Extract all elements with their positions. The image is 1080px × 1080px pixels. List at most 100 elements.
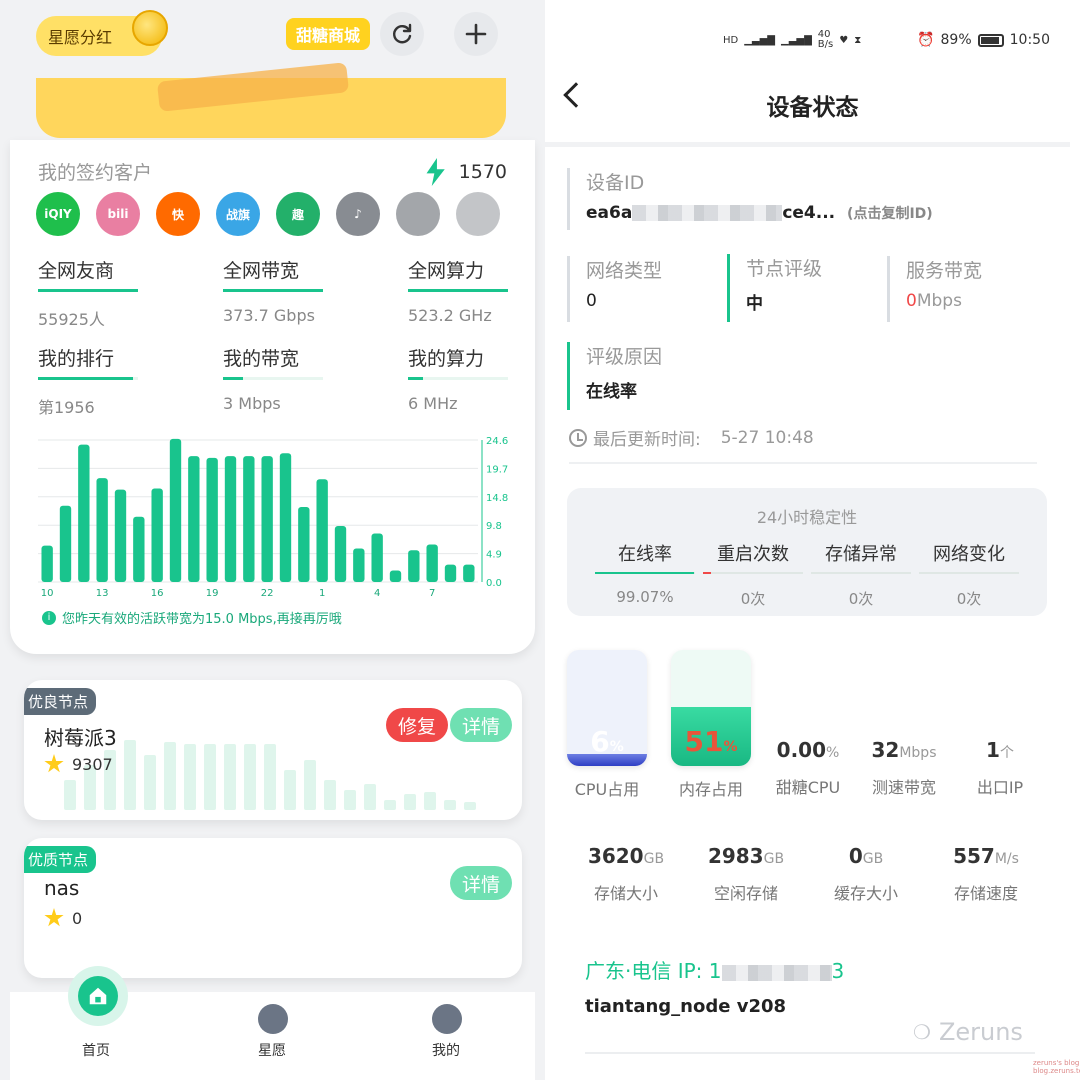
star-wish-icon[interactable] xyxy=(258,1004,288,1034)
home-icon xyxy=(78,976,118,1016)
node-name: nas xyxy=(44,876,80,900)
reason-label: 评级原因 xyxy=(586,346,663,368)
svc-bw-block: 服务带宽 0Mbps xyxy=(887,256,1047,322)
add-button[interactable] xyxy=(454,12,498,56)
coin-icon xyxy=(132,10,168,46)
stat-value: 373.7 Gbps xyxy=(223,306,315,325)
shop-button[interactable]: 甜糖商城 xyxy=(286,18,371,50)
node-score-value: 0 xyxy=(72,908,83,928)
qu-logo: 趣 xyxy=(276,192,320,236)
node-card-raspberry[interactable]: 优良节点 树莓派3 9307 修复 详情 xyxy=(24,680,522,820)
metric-label: 甜糖CPU xyxy=(775,778,841,797)
node-card-nas[interactable]: 优质节点 nas 0 详情 xyxy=(24,838,522,978)
metric-value: 32Mbps xyxy=(871,738,937,762)
stability-label: 网络变化 xyxy=(933,544,1005,565)
nav-home-button[interactable] xyxy=(68,966,128,1026)
metric-value: 1个 xyxy=(986,738,1014,762)
chart-x-tick: 1 xyxy=(319,588,325,599)
device-id-block[interactable]: 设备ID ea6a ce4... (点击复制ID) xyxy=(567,168,933,230)
stat-label: 我的带宽 xyxy=(223,348,300,370)
stat-block: 我的算力 6 MHz xyxy=(408,344,508,413)
chart-bar xyxy=(408,550,420,582)
device-id-row[interactable]: ea6a ce4... (点击复制ID) xyxy=(586,203,933,223)
copy-id-hint[interactable]: (点击复制ID) xyxy=(847,206,933,222)
chart-x-tick: 16 xyxy=(151,588,164,599)
metric-item: 2983GB 空闲存储 xyxy=(691,844,801,904)
kuaishou-logo: 快 xyxy=(156,192,200,236)
detail-button[interactable]: 详情 xyxy=(450,708,513,742)
chart-bar xyxy=(169,438,182,582)
wechat-icon: ❍ xyxy=(913,1020,931,1044)
chart-x-tick: 22 xyxy=(261,588,274,599)
promo-banner[interactable] xyxy=(36,62,506,138)
right-screen: HD ▁▃▅▇ ▁▃▅▇ 40 B/s ♥ ⧗ ⏰ 89% 10:50 设备状态… xyxy=(545,0,1080,1080)
bandwidth-chart-svg: 24.6 19.7 14.8 9.8 4.9 0.0 10 13 16 19 22 1 4 7 xyxy=(38,436,508,599)
last-update: 最后更新时间: 5-27 10:48 xyxy=(569,425,814,450)
stat-label: 全网带宽 xyxy=(223,260,300,282)
node-tag: 优良节点 xyxy=(24,688,97,715)
chart-x-tick: 10 xyxy=(41,588,54,599)
metric-item: 557M/s 存储速度 xyxy=(931,844,1041,904)
device-id-label: 设备ID xyxy=(586,172,645,194)
profile-icon[interactable] xyxy=(432,1004,462,1034)
net-type-label: 网络类型 xyxy=(586,260,663,282)
chart-x-tick: 4 xyxy=(374,588,380,599)
chart-x-tick: 7 xyxy=(429,588,435,599)
star-dividend-button[interactable]: 星愿分红 xyxy=(36,10,168,56)
rating-value: 中 xyxy=(746,294,763,314)
chart-x-tick: 19 xyxy=(206,588,219,599)
mem-label: 内存占用 xyxy=(678,780,743,799)
metric-value: 557M/s xyxy=(953,844,1019,868)
cpu-label: CPU占用 xyxy=(574,780,640,799)
battery-percent: 89% xyxy=(940,32,972,48)
zhanqi-logo: 战旗 xyxy=(216,192,260,236)
stat-bar xyxy=(38,377,138,380)
device-id-end: ce4... xyxy=(782,203,836,223)
metric-label: 测速带宽 xyxy=(871,778,936,797)
chart-bar xyxy=(444,564,457,582)
detail-button[interactable]: 详情 xyxy=(450,866,513,900)
node-score: 0 xyxy=(44,908,82,928)
chart-bar xyxy=(206,457,218,582)
chart-bar xyxy=(371,533,383,582)
metric-item: 1个 出口IP xyxy=(945,738,1055,798)
watermark: ❍ Zeruns xyxy=(913,1018,1023,1046)
nav-home-label[interactable]: 首页 xyxy=(82,1040,110,1060)
stat-value: 6 MHz xyxy=(408,394,458,413)
heart-icon: ♥ xyxy=(839,34,849,46)
star-icon xyxy=(44,908,64,927)
stat-label: 全网友商 xyxy=(38,260,115,282)
refresh-button[interactable] xyxy=(380,12,424,56)
stability-value: 0次 xyxy=(740,590,766,608)
location-ip: 广东·电信 IP: 1 3 xyxy=(585,955,844,984)
metric-label: 空闲存储 xyxy=(713,884,778,903)
battery-icon xyxy=(977,33,1004,47)
node-ghost-chart xyxy=(64,730,476,810)
signed-clients-count: 1570 xyxy=(423,158,507,186)
update-divider xyxy=(569,462,1037,464)
hourglass-icon: ⧗ xyxy=(854,34,862,46)
metric-item: 32Mbps 测速带宽 xyxy=(849,738,959,798)
header-divider xyxy=(545,142,1070,147)
nav-star-label[interactable]: 星愿 xyxy=(258,1040,286,1060)
chart-bar xyxy=(41,545,53,582)
location-end: 3 xyxy=(831,959,845,983)
alarm-icon: ⏰ xyxy=(917,32,935,48)
chart-bar xyxy=(114,489,127,582)
metric-value: 0.00% xyxy=(776,738,840,762)
metric-value: 0GB xyxy=(848,844,884,868)
douyin-logo: ♪ xyxy=(336,192,380,236)
nav-mine-label[interactable]: 我的 xyxy=(432,1040,460,1060)
update-time: 5-27 10:48 xyxy=(720,427,814,448)
chart-bar xyxy=(133,516,145,582)
stability-item: 重启次数 0次 xyxy=(703,540,803,609)
left-screen: 星愿分红 甜糖商城 我的签约客户 1570 iQIY bili 快战旗趣 ♪ 全网友商… xyxy=(0,0,545,1080)
bottom-nav: 首页 星愿 我的 xyxy=(10,966,535,1080)
node-score-value: 9307 xyxy=(72,754,113,774)
chart-x-tick: 13 xyxy=(96,588,109,599)
net-speed: 40 B/s xyxy=(817,29,834,50)
net-type-value: 0 xyxy=(586,291,597,311)
chart-bar xyxy=(279,453,292,582)
stability-item: 存储异常 0次 xyxy=(811,540,911,609)
repair-button[interactable]: 修复 xyxy=(386,708,449,742)
